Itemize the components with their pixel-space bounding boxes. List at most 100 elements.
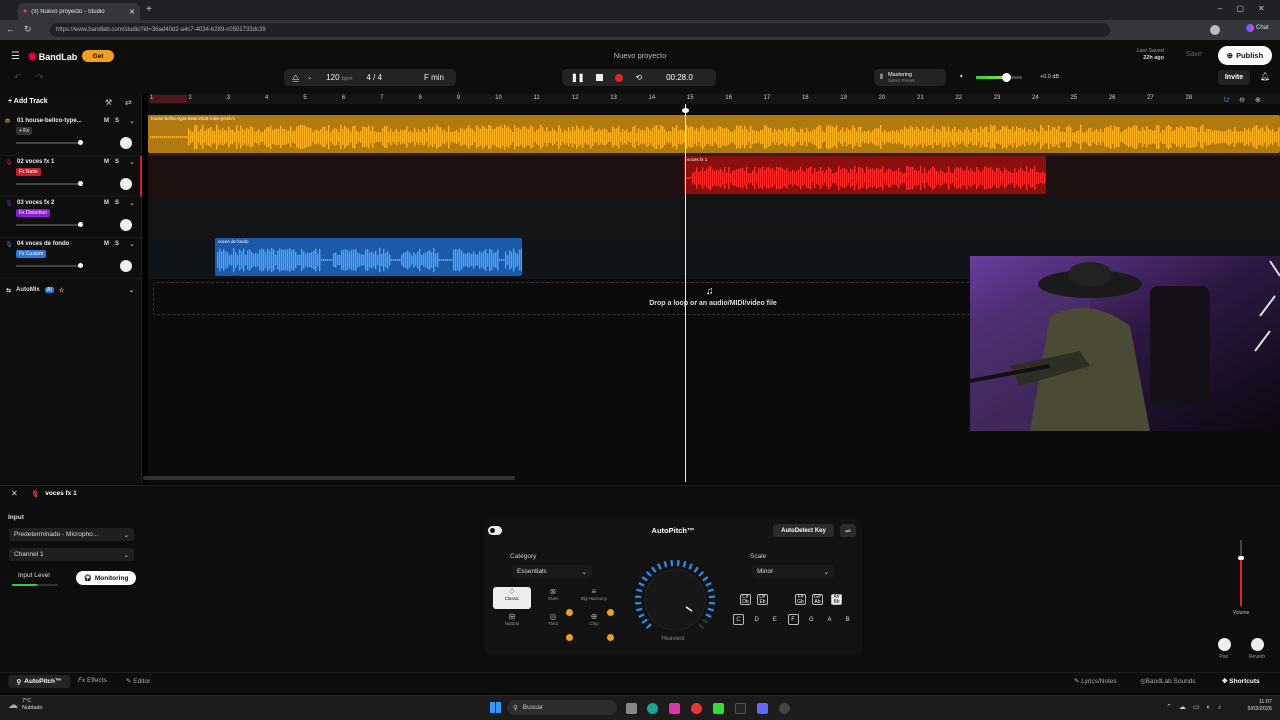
track-header[interactable]: ⛃ 01 house-bellco-type... MS ⌄ + Fx [0,115,142,156]
channel-select[interactable]: Channel 1 ⌄ [9,548,134,561]
audio-clip-beat[interactable]: house-bellco-type-beat-2025-rolex-prod.m [148,115,1280,153]
mute-button[interactable]: M [104,200,115,206]
menu-icon[interactable]: ☰ [11,51,20,62]
kick-icon[interactable] [713,703,724,714]
mute-solo-buttons[interactable]: MS [104,241,125,247]
music-app-icon[interactable] [691,703,702,714]
start-icon[interactable] [490,702,501,713]
solo-button[interactable]: S [115,159,125,165]
mute-solo-buttons[interactable]: MS [104,118,125,124]
window-controls[interactable]: –▢✕ [1218,4,1279,13]
pan-knob[interactable] [120,178,132,190]
metronome-icon[interactable]: ⧋ [292,73,299,83]
input-device-select[interactable]: Predeterminado - Micropho... ⌄ [9,528,134,541]
stop-icon[interactable] [596,74,604,81]
key-accidental[interactable]: C# Db [740,594,751,605]
zoom-controls[interactable]: U⊖⊕ [1224,96,1271,104]
url-field[interactable]: https://www.bandlab.com/studio?id=36ad40… [50,23,1110,37]
chevron-down-icon[interactable]: ⌄ [307,74,312,81]
tiktok-icon[interactable] [735,703,746,714]
tab-autopitch[interactable]: ⚲ AutoPitch™ [8,675,70,688]
key-selector[interactable]: F min [412,69,456,86]
mute-solo-buttons[interactable]: MS [104,159,125,165]
key-note[interactable]: F [787,614,799,625]
reload-icon[interactable]: ↻ [24,24,32,35]
tab-editor[interactable]: ✎ Editor [126,677,150,685]
track-drag-icon[interactable]: 🎙︎ [5,159,13,166]
pan-knob[interactable] [120,137,132,149]
edge-icon[interactable] [647,703,658,714]
bandlab-logo[interactable]: ◉ BandLab [28,51,77,62]
avatar[interactable] [1210,25,1220,35]
fx-badge[interactable]: Fx Custom [16,250,47,258]
key-note[interactable]: E [769,614,780,625]
save-button[interactable]: Save [1174,51,1202,58]
solo-button[interactable]: S [115,118,125,124]
instagram-icon[interactable] [669,703,680,714]
track-drag-icon[interactable]: ⛃ [5,118,10,125]
tab-effects[interactable]: Fx Effects [78,677,107,684]
track-header[interactable]: 🎙︎ 03 voces fx 2 MS ⌄ Fx Distortion [0,197,142,238]
key-note[interactable]: D [751,614,762,625]
settings-sliders-icon[interactable]: ⇌ [840,524,856,537]
mute-button[interactable]: M [104,241,115,247]
preset-third[interactable]: ◎ Third [534,612,572,634]
playhead-handle[interactable] [682,108,689,113]
key-accidental[interactable]: D# Eb [757,594,768,605]
automix-row[interactable]: ⇆ AutoMix AI ☆ ⌄ [0,282,142,298]
loop-region-marker[interactable] [150,95,187,103]
pan-knob[interactable] [120,219,132,231]
monitoring-button[interactable]: 🎧︎ Monitoring [76,571,136,585]
back-icon[interactable]: ← [6,24,15,34]
track-drag-icon[interactable]: 🎙︎ [5,241,13,248]
browser-tab[interactable]: ● (3) Nuevo proyecto - Studio ✕ [18,3,140,20]
speaker-icon[interactable]: 🔈︎ [960,73,964,81]
audio-clip-voces-fx-1[interactable]: voces fx 1 [684,156,1046,194]
solo-button[interactable]: S [115,241,125,247]
fx-badge[interactable]: Fx Distortion [16,209,51,217]
track-volume-handle[interactable] [78,140,83,145]
undo-icon[interactable]: ↶ [14,72,22,83]
system-tray[interactable]: ⌃☁▭◐♪ [1166,703,1228,711]
solo-button[interactable]: S [115,200,125,206]
track-volume-handle[interactable] [78,181,83,186]
mute-button[interactable]: M [104,159,115,165]
get-button[interactable]: Get [82,50,114,62]
chevron-down-icon[interactable]: ⌄ [129,158,135,166]
chevron-down-icon[interactable]: ⌄ [129,240,135,248]
key-accidental[interactable]: F# Gb [795,594,806,605]
key-accidental[interactable]: G# Ab [812,594,823,605]
file-explorer-icon[interactable] [626,703,637,714]
chevron-down-icon[interactable]: ⌄ [129,117,135,125]
preset-chip[interactable]: ⊕ Chip [575,612,613,634]
category-select[interactable]: Essentials ⌄ [512,565,592,578]
close-icon[interactable]: ✕ [129,8,135,16]
pause-icon[interactable]: ❚❚ [571,73,584,82]
audio-clip-voces-de-fondo[interactable]: voces de fondo [215,238,522,276]
track-name[interactable]: 03 voces fx 2 [17,200,54,206]
mute-button[interactable]: M [104,118,115,124]
lyrics-notes-button[interactable]: ✎ Lyrics/Notes [1074,677,1117,685]
key-note[interactable]: C [733,614,744,625]
track-volume-slider[interactable] [16,224,82,226]
time-signature[interactable]: 4 / 4 [366,73,382,82]
publish-button[interactable]: ⊕ Publish [1218,46,1272,65]
track-name[interactable]: 04 voces de fondo [17,241,69,247]
preset-big-harmony[interactable]: ≡ Big Harmony [575,587,613,609]
track-header[interactable]: 🎙︎ 02 voces fx 1 MS ⌄ Fx Ratio [0,156,142,197]
shortcuts-button[interactable]: ✥ Shortcuts [1222,677,1260,685]
chevron-down-icon[interactable]: ⌄ [129,199,135,207]
horizontal-scrollbar[interactable] [143,476,515,480]
mute-solo-buttons[interactable]: MS [104,200,125,206]
track-name[interactable]: 02 voces fx 1 [17,159,54,165]
bandlab-taskbar-icon[interactable] [779,703,790,714]
chat-button[interactable]: Chat [1246,24,1269,32]
autopitch-toggle[interactable] [488,526,502,535]
loop-icon[interactable]: ⟲ [635,73,642,82]
bell-icon[interactable]: 🔔︎ [1260,72,1270,81]
preset-duet[interactable]: ⊗ Duet [534,587,572,609]
bpm-value[interactable]: 120 bpm [326,73,352,82]
chevron-down-icon[interactable]: ⌄ [129,287,134,294]
scale-select[interactable]: Minor ⌄ [752,565,834,578]
bandlab-sounds-button[interactable]: ◎BandLab Sounds [1140,677,1196,685]
